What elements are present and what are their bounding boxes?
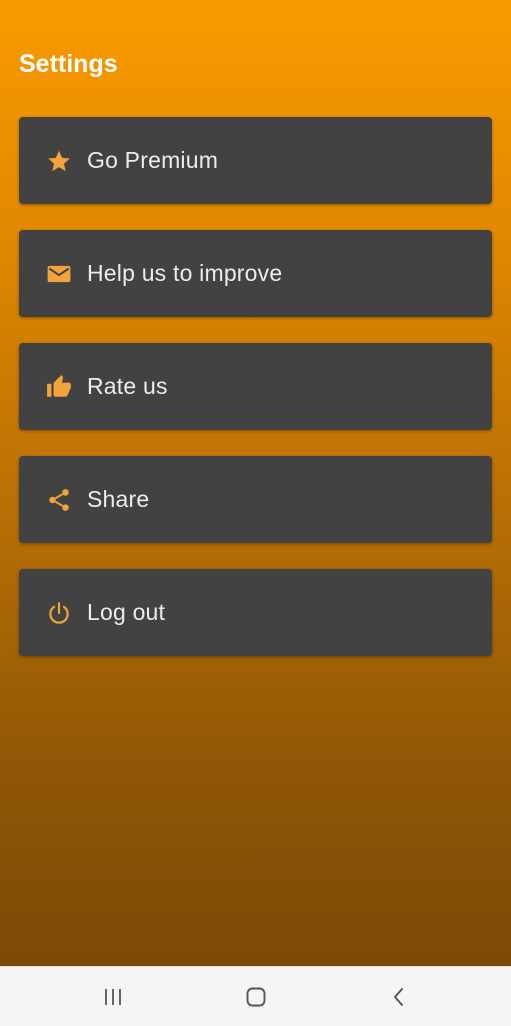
menu-item-label: Log out	[87, 599, 166, 625]
recent-apps-button[interactable]	[91, 977, 135, 1017]
share-icon	[45, 486, 73, 514]
menu-item-label: Rate us	[87, 373, 168, 399]
menu-item-help-us-improve[interactable]: Help us to improve	[19, 230, 492, 317]
menu-item-label: Go Premium	[87, 147, 219, 173]
settings-menu: Go Premium Help us to improve Rate us Sh…	[19, 117, 492, 682]
mail-icon	[45, 260, 73, 288]
home-button[interactable]	[234, 977, 278, 1017]
system-navigation-bar	[0, 966, 511, 1026]
back-button[interactable]	[377, 977, 421, 1017]
menu-item-label: Share	[87, 486, 150, 512]
menu-item-label: Help us to improve	[87, 260, 283, 286]
back-icon	[389, 987, 409, 1007]
menu-item-rate-us[interactable]: Rate us	[19, 343, 492, 430]
menu-item-share[interactable]: Share	[19, 456, 492, 543]
settings-screen: Settings Go Premium Help us to improve R…	[0, 0, 511, 1026]
home-icon	[245, 986, 267, 1008]
page-title: Settings	[19, 50, 118, 78]
settings-content: Settings Go Premium Help us to improve R…	[0, 0, 511, 966]
menu-item-log-out[interactable]: Log out	[19, 569, 492, 656]
star-icon	[45, 147, 73, 175]
recent-apps-icon	[103, 987, 123, 1007]
thumbs-up-icon	[45, 373, 73, 401]
power-icon	[45, 599, 73, 627]
menu-item-go-premium[interactable]: Go Premium	[19, 117, 492, 204]
